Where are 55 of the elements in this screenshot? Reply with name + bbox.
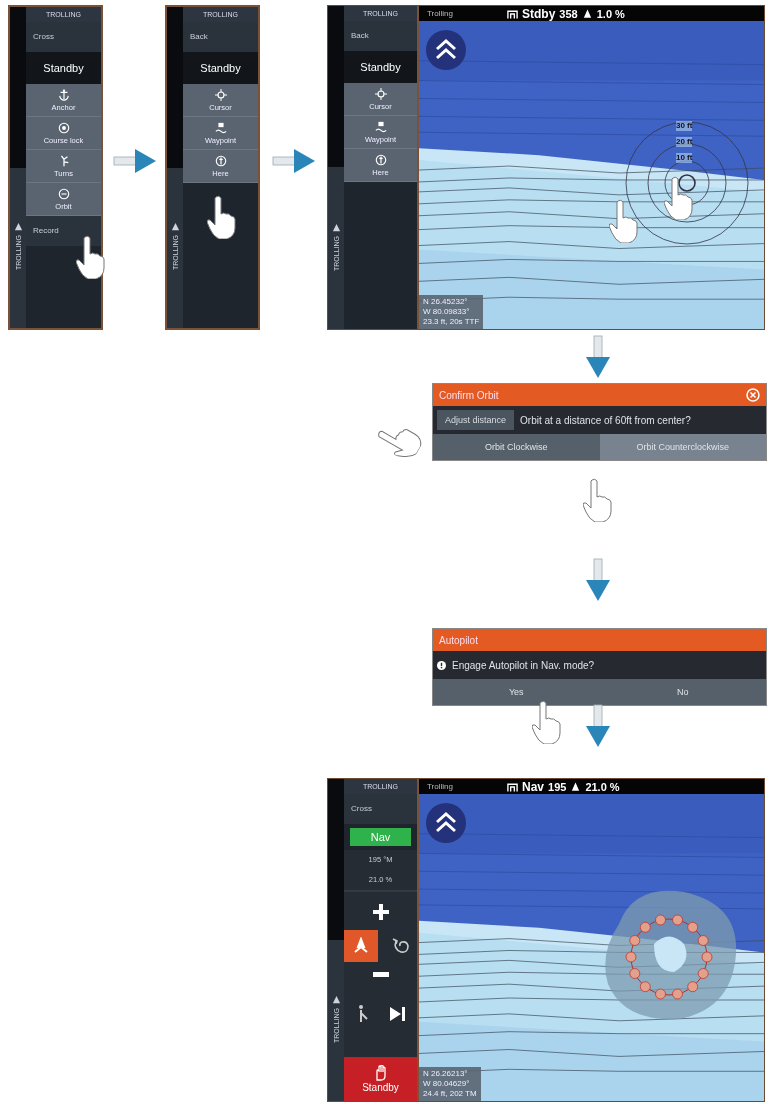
info-icon <box>437 660 446 670</box>
dialog-message: Engage Autopilot in Nav. mode? <box>452 659 595 671</box>
range-label: 20 ft <box>676 137 693 147</box>
dialog-message: Orbit at a distance of 60ft from center? <box>520 414 691 426</box>
position-text: N 26.26213° <box>423 1069 469 1079</box>
crosshair-icon <box>214 88 227 101</box>
dialog-button[interactable]: Orbit Clockwise <box>433 434 600 460</box>
autopilot-button[interactable] <box>343 930 378 962</box>
source-label: Trolling <box>426 782 454 791</box>
thrust-text: 1.0 % <box>596 7 625 20</box>
arrow-icon <box>113 149 156 173</box>
menu-item[interactable]: Back <box>183 22 258 52</box>
mode-text: Nav <box>522 779 544 794</box>
arrow-icon <box>272 149 315 173</box>
loop-arrow-icon <box>391 937 410 955</box>
position-text: 24.4 ft, 202 TM <box>423 1089 477 1099</box>
position-text: 23.3 ft, 20s TTF <box>423 317 480 327</box>
mode-button[interactable]: Standby <box>344 51 417 83</box>
heading-text: 195 <box>548 780 567 793</box>
waypoint-icon <box>214 121 227 134</box>
standby-button[interactable]: Standby <box>344 1057 417 1101</box>
target-icon <box>57 121 70 134</box>
menu-item[interactable]: Back <box>344 21 417 51</box>
heading-text: 358 <box>559 7 578 20</box>
dialog-title: Confirm Orbit <box>439 389 499 401</box>
dialog-title: Autopilot <box>439 634 478 646</box>
menu-item[interactable]: Cross <box>344 794 417 824</box>
dialog-button[interactable]: Orbit Counterclockwise <box>599 434 766 460</box>
close-icon[interactable] <box>746 388 760 402</box>
plus-icon[interactable] <box>372 904 389 920</box>
mode-button[interactable]: Standby <box>26 52 101 84</box>
compass-icon[interactable] <box>425 802 467 844</box>
dialog-button[interactable]: No <box>599 679 766 705</box>
arrow-icon <box>586 558 610 601</box>
range-label: 10 ft <box>676 153 693 163</box>
menu-item[interactable]: Cross <box>26 22 101 52</box>
source-label: Trolling <box>426 9 454 18</box>
minus-icon[interactable] <box>372 972 389 977</box>
arrow-icon <box>586 704 610 747</box>
skip-icon[interactable] <box>389 1007 406 1021</box>
crosshair-icon <box>374 87 387 100</box>
arrow-icon <box>586 335 610 378</box>
mode-text: Stdby <box>522 6 556 21</box>
thrust-text: 21.0 % <box>585 780 620 793</box>
mode-button[interactable]: Standby <box>183 52 258 84</box>
position-text: W 80.09833° <box>423 307 471 317</box>
range-label: 30 ft <box>676 121 693 131</box>
menu-item[interactable]: Record <box>26 216 101 246</box>
position-text: W 80.04629° <box>423 1079 471 1089</box>
compass-icon[interactable] <box>425 29 467 71</box>
position-text: N 26.45232° <box>423 297 469 307</box>
dialog-button[interactable]: Yes <box>433 679 600 705</box>
anchor-icon <box>57 88 70 101</box>
adjust-button[interactable]: Adjust distance <box>437 410 515 430</box>
waypoint-icon <box>374 120 387 133</box>
